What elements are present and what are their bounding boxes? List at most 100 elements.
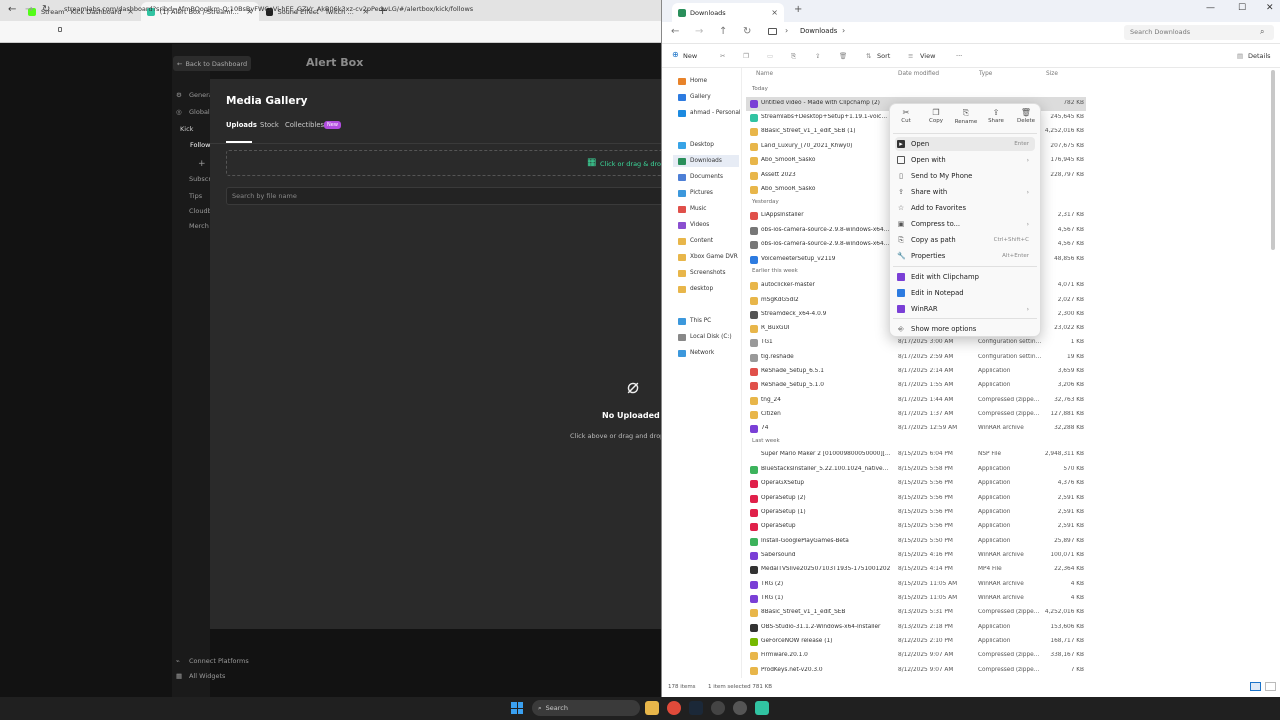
sidebar-item-kick[interactable]: Kick [180,125,193,133]
obs-taskbar-icon[interactable] [711,701,725,715]
url-input[interactable]: streamlabs.com/dashboard?sribd=AfmBOoglk… [64,5,584,13]
back-arrow-icon[interactable]: ← [671,26,679,37]
share-action[interactable]: ⇪ Share [984,108,1008,124]
breadcrumb[interactable]: Downloads [800,27,837,35]
file-row[interactable]: Sabersound 8/15/2025 4:16 PM WinRAR archiv… [746,549,1086,563]
column-size[interactable]: Size [1046,71,1058,77]
file-row[interactable]: OperaSetup 8/15/2025 5:56 PM Application 2,… [746,520,1086,534]
streamlabs-taskbar-icon[interactable] [755,701,769,715]
sidebar-item-subscriptions[interactable]: Subscr [189,175,211,183]
details-view-toggle[interactable] [1250,682,1261,691]
sort-button[interactable]: Sort [877,52,890,60]
app-taskbar-icon[interactable] [733,701,747,715]
file-row[interactable]: OBS-Studio-31.1.2-Windows-x64-Installer 8… [746,621,1086,635]
all-widgets-link[interactable]: All Widgets [189,672,225,680]
menu-item-send-to-phone[interactable]: ▯ Send to My Phone [895,169,1035,183]
maximize-icon[interactable]: ☐ [1238,3,1246,13]
explorer-search-input[interactable]: Search Downloads [1124,25,1274,40]
file-row[interactable]: tng_24 8/17/2025 1:44 AM Compressed (zippe… [746,394,1086,408]
sidebar-item-videos[interactable]: Videos [678,219,709,231]
close-icon[interactable]: ✕ [1266,3,1274,13]
file-explorer-taskbar-icon[interactable] [645,701,659,715]
vertical-scrollbar[interactable] [1271,70,1275,250]
sidebar-item-content[interactable]: Content [678,235,713,247]
sidebar-item-cloudbot[interactable]: Cloudb [189,207,212,215]
sidebar-item-music[interactable]: Music [678,203,707,215]
sidebar-item-merch[interactable]: Merch [189,222,209,230]
file-row[interactable]: BlueStacksInstaller_5.22.100.1024_native… [746,463,1086,477]
file-row[interactable]: ReShade_Setup_5.1.0 8/17/2025 1:55 AM Appl… [746,379,1086,393]
minimize-icon[interactable]: — [1206,3,1215,13]
menu-item-edit-notepad[interactable]: Edit in Notepad [895,286,1035,300]
copy-icon[interactable]: ❐ [743,52,749,60]
file-row[interactable]: TG1 8/17/2025 3:00 AM Configuration settin… [746,336,1086,350]
group-header[interactable]: Last week [752,438,780,444]
sidebar-item-global[interactable]: Global [189,108,210,116]
file-row[interactable]: 74 8/17/2025 12:59 AM WinRAR archive 32,288… [746,422,1086,436]
up-arrow-icon[interactable]: ↑ [719,26,727,37]
menu-item-open[interactable]: ▸ Open Enter [895,137,1035,151]
group-header[interactable]: Yesterday [752,199,779,205]
add-variation-button[interactable]: + [198,159,206,169]
file-row[interactable]: 8Basic_Street_v1_1_edit_SEB 8/13/2025 5:3… [746,606,1086,620]
file-row[interactable]: MedalTVSlive202507103T1935-1751001202 8/1… [746,563,1086,577]
file-row[interactable]: Firmware.20.1.0 8/12/2025 9:07 AM Compress… [746,649,1086,663]
chrome-taskbar-icon[interactable] [667,701,681,715]
sidebar-item-this-pc[interactable]: This PC [678,315,711,327]
delete-icon[interactable]: 🗑 [839,52,847,60]
menu-item-share-with[interactable]: ⇪ Share with › [895,185,1035,199]
sidebar-item-screenshots[interactable]: Screenshots [678,267,725,279]
sidebar-item-desktop[interactable]: Desktop [678,139,714,151]
new-tab-button[interactable]: + [794,4,802,15]
file-row[interactable]: OperaSetup (2) 8/15/2025 5:56 PM Applicati… [746,492,1086,506]
details-button[interactable]: Details [1248,52,1271,60]
file-row[interactable]: ProdKeys.net-v20.3.0 8/12/2025 9:07 AM Com… [746,664,1086,678]
forward-arrow-icon[interactable]: → [25,4,33,15]
file-row[interactable]: Citizen 8/17/2025 1:37 AM Compressed (zipp… [746,408,1086,422]
forward-arrow-icon[interactable]: → [695,26,703,37]
column-date-modified[interactable]: Date modified [898,71,939,77]
menu-item-add-favorites[interactable]: ☆ Add to Favorites [895,201,1035,215]
file-row[interactable]: GeForceNOW release (1) 8/12/2025 2:10 PM A… [746,635,1086,649]
sidebar-item-follow[interactable]: Follow [190,141,210,149]
sidebar-item-home[interactable]: Home [678,75,707,87]
back-arrow-icon[interactable]: ← [8,4,16,15]
file-row[interactable]: TRG (2) 8/15/2025 11:05 AM WinRAR archive 4… [746,578,1086,592]
rename-action[interactable]: ⎘ Rename [954,108,978,125]
file-row[interactable]: tig.reshade 8/17/2025 2:59 AM Configuratio… [746,351,1086,365]
tab-collectibles[interactable]: Collectibles [285,121,324,129]
menu-item-edit-clipchamp[interactable]: Edit with Clipchamp [895,270,1035,284]
copy-action[interactable]: ❐ Copy [924,108,948,124]
sidebar-item-documents[interactable]: Documents [678,171,723,183]
sidebar-item-gallery[interactable]: Gallery [678,91,711,103]
paste-icon[interactable]: ▭ [767,52,773,60]
tab-uploads[interactable]: Uploads [226,121,257,129]
more-options-button[interactable]: ··· [956,52,962,60]
rename-icon[interactable]: ⎘ [791,52,796,61]
file-row[interactable]: Install-GooglePlayGames-Beta 8/15/2025 5:… [746,535,1086,549]
sidebar-item-local-disk-c[interactable]: Local Disk (C:) [678,331,732,343]
taskbar-search[interactable]: ⌕ Search [532,700,640,716]
steam-taskbar-icon[interactable] [689,701,703,715]
menu-item-properties[interactable]: 🔧 Properties Alt+Enter [895,249,1035,263]
connect-platforms-link[interactable]: Connect Platforms [189,657,249,665]
menu-item-winrar[interactable]: WinRAR › [895,302,1035,316]
file-row[interactable]: TRG (1) 8/15/2025 11:05 AM WinRAR archive 4… [746,592,1086,606]
sidebar-item-pictures[interactable]: Pictures [678,187,713,199]
tab-stock[interactable]: Stock [260,121,279,129]
file-row[interactable]: OperaSetup (1) 8/15/2025 5:56 PM Applicati… [746,506,1086,520]
sidebar-item-tips[interactable]: Tips [189,192,202,200]
file-row[interactable]: OperaGXSetup 8/15/2025 5:56 PM Application… [746,477,1086,491]
column-name[interactable]: Name [756,71,773,77]
back-to-dashboard-button[interactable]: ← Back to Dashboard [173,56,251,71]
sidebar-item-downloads[interactable]: Downloads [673,155,739,167]
menu-item-show-more[interactable]: ⎆ Show more options [895,322,1035,336]
menu-item-open-with[interactable]: Open with › [895,153,1035,167]
site-info-icon[interactable] [58,27,62,32]
menu-item-compress[interactable]: ▣ Compress to... › [895,217,1035,231]
tiles-view-toggle[interactable] [1265,682,1276,691]
sidebar-item-xbox-game-dvr[interactable]: Xbox Game DVR [678,251,738,263]
explorer-tab-downloads[interactable]: Downloads × [672,3,784,22]
sidebar-item-network[interactable]: Network [678,347,714,359]
start-button[interactable] [511,702,523,714]
